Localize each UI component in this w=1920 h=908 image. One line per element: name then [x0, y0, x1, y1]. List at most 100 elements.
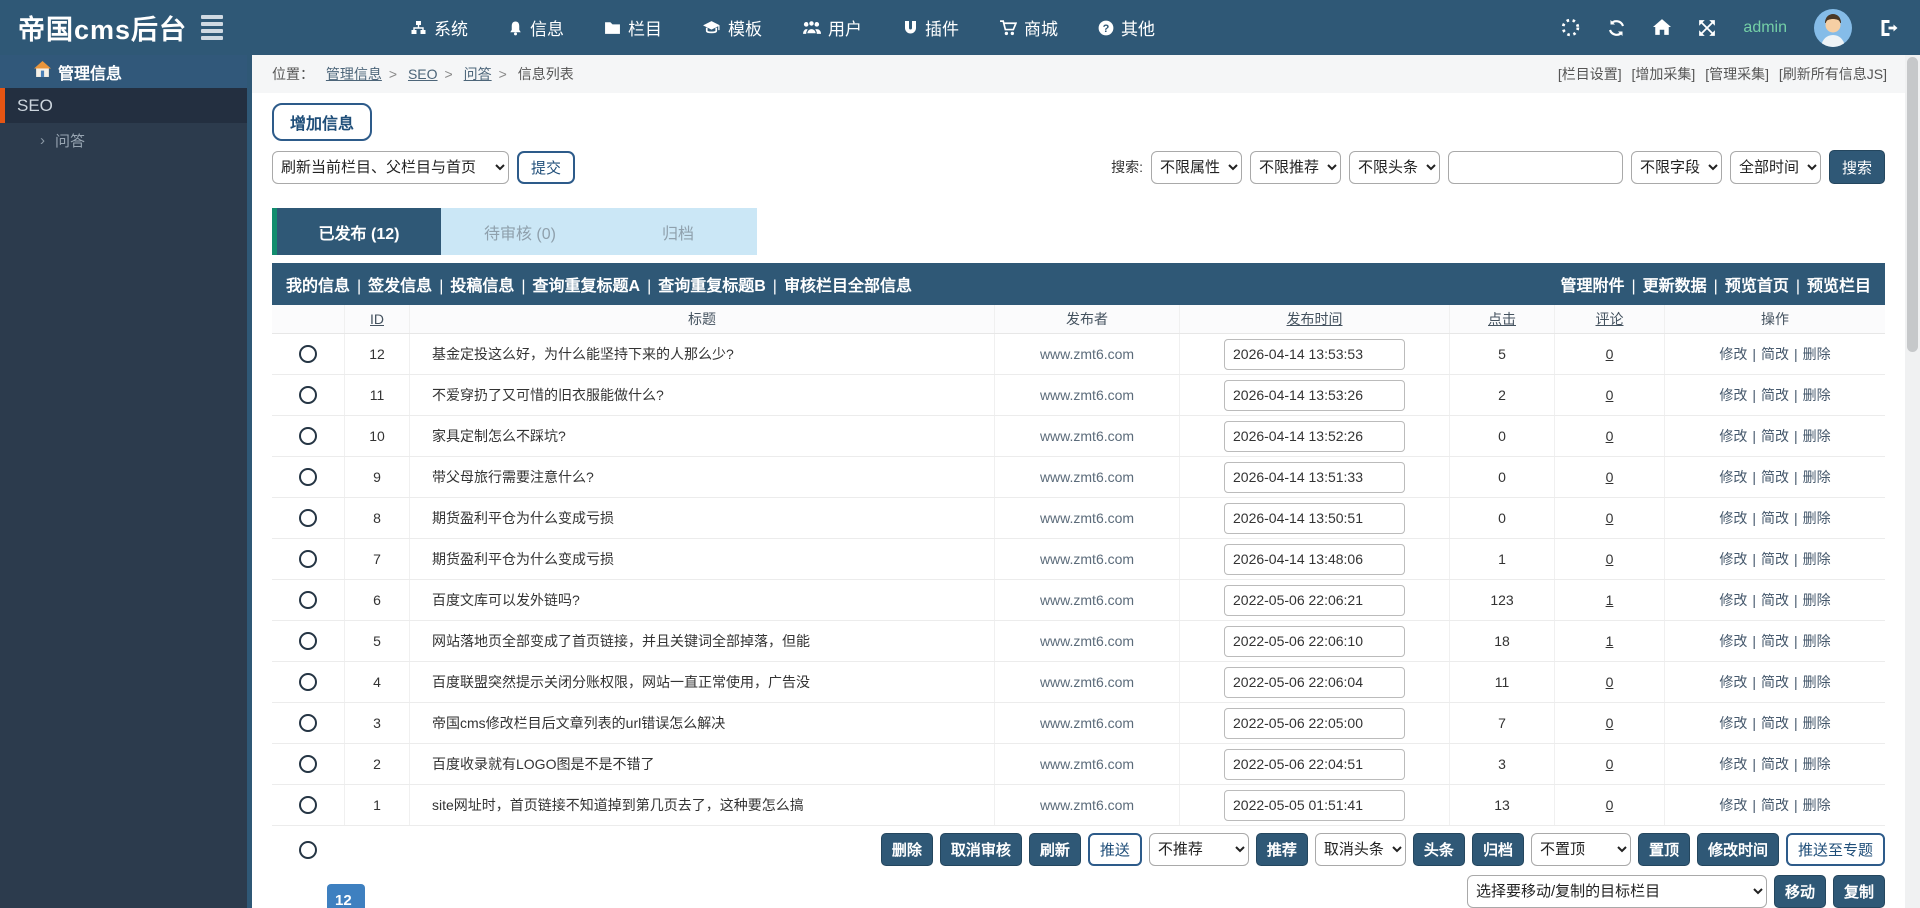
- nav-system[interactable]: 系统: [410, 15, 468, 40]
- manage-collect-link[interactable]: [管理采集]: [1705, 66, 1769, 82]
- row-comments-link[interactable]: 1: [1606, 592, 1614, 608]
- row-time-input[interactable]: [1224, 789, 1405, 821]
- row-quick-edit-link[interactable]: 简改: [1761, 672, 1789, 692]
- row-modify-link[interactable]: 修改: [1719, 344, 1747, 364]
- row-comments-link[interactable]: 0: [1606, 756, 1614, 772]
- row-time-input[interactable]: [1224, 748, 1405, 780]
- headline-filter-select[interactable]: 不限头条: [1348, 150, 1440, 184]
- row-modify-link[interactable]: 修改: [1719, 672, 1747, 692]
- row-comments-link[interactable]: 1: [1606, 633, 1614, 649]
- breadcrumb-link-manage[interactable]: 管理信息: [326, 66, 382, 82]
- row-quick-edit-link[interactable]: 简改: [1761, 426, 1789, 446]
- loading-spinner-icon[interactable]: [1561, 18, 1580, 37]
- row-comments-link[interactable]: 0: [1606, 715, 1614, 731]
- search-input[interactable]: [1447, 150, 1623, 184]
- nav-other[interactable]: ? 其他: [1098, 15, 1155, 40]
- row-select-radio[interactable]: [299, 632, 317, 650]
- row-modify-link[interactable]: 修改: [1719, 467, 1747, 487]
- time-filter-select[interactable]: 全部时间: [1729, 150, 1821, 184]
- tab-archived[interactable]: 归档: [599, 208, 757, 255]
- submit-button[interactable]: 提交: [517, 150, 576, 184]
- row-delete-link[interactable]: 删除: [1803, 754, 1831, 774]
- row-title-link[interactable]: 带父母旅行需要注意什么?: [432, 467, 594, 487]
- row-select-radio[interactable]: [299, 345, 317, 363]
- headline-button[interactable]: 头条: [1412, 833, 1465, 866]
- row-quick-edit-link[interactable]: 简改: [1761, 631, 1789, 651]
- row-title-link[interactable]: 期货盈利平仓为什么变成亏损: [432, 549, 614, 569]
- row-title-link[interactable]: 帝国cms修改栏目后文章列表的url错误怎么解决: [432, 713, 725, 733]
- header-id[interactable]: ID: [345, 305, 410, 333]
- row-title-link[interactable]: 百度收录就有LOGO图是不是不错了: [432, 754, 654, 774]
- logout-icon[interactable]: [1879, 19, 1898, 37]
- row-time-input[interactable]: [1224, 338, 1405, 370]
- menu-toggle-icon[interactable]: [201, 15, 224, 40]
- row-delete-link[interactable]: 删除: [1803, 344, 1831, 364]
- row-quick-edit-link[interactable]: 简改: [1761, 795, 1789, 815]
- scrollbar-thumb[interactable]: [1907, 57, 1918, 352]
- row-title-link[interactable]: 百度联盟突然提示关闭分账权限，网站一直正常使用，广告没: [432, 672, 810, 692]
- row-select-radio[interactable]: [299, 468, 317, 486]
- row-quick-edit-link[interactable]: 简改: [1761, 508, 1789, 528]
- action-link[interactable]: 管理附件: [1560, 278, 1624, 295]
- recommend-filter-select[interactable]: 不限推荐: [1249, 150, 1341, 184]
- row-delete-link[interactable]: 删除: [1803, 467, 1831, 487]
- row-comments-link[interactable]: 0: [1606, 469, 1614, 485]
- row-comments-link[interactable]: 0: [1606, 387, 1614, 403]
- nav-templates[interactable]: 模板: [702, 15, 762, 40]
- attribute-filter-select[interactable]: 不限属性: [1150, 150, 1242, 184]
- row-select-radio[interactable]: [299, 673, 317, 691]
- sidebar-group-seo[interactable]: SEO: [0, 88, 247, 123]
- copy-button[interactable]: 复制: [1832, 875, 1885, 908]
- row-comments-link[interactable]: 0: [1606, 674, 1614, 690]
- tab-pending[interactable]: 待审核 (0): [441, 208, 599, 255]
- action-link[interactable]: 查询重复标题B: [658, 278, 766, 295]
- refresh-scope-select[interactable]: 刷新当前栏目、父栏目与首页: [272, 150, 509, 184]
- row-select-radio[interactable]: [299, 550, 317, 568]
- row-quick-edit-link[interactable]: 简改: [1761, 344, 1789, 364]
- row-modify-link[interactable]: 修改: [1719, 508, 1747, 528]
- row-title-link[interactable]: 期货盈利平仓为什么变成亏损: [432, 508, 614, 528]
- action-link[interactable]: 预览栏目: [1807, 278, 1871, 295]
- archive-button[interactable]: 归档: [1471, 833, 1524, 866]
- move-target-select[interactable]: 选择要移动/复制的目标栏目: [1466, 875, 1767, 908]
- nav-columns[interactable]: 栏目: [604, 15, 662, 40]
- search-button[interactable]: 搜索: [1828, 150, 1885, 184]
- action-link[interactable]: 查询重复标题A: [533, 278, 641, 295]
- delete-button[interactable]: 删除: [880, 833, 933, 866]
- row-delete-link[interactable]: 删除: [1803, 795, 1831, 815]
- row-quick-edit-link[interactable]: 简改: [1761, 713, 1789, 733]
- row-modify-link[interactable]: 修改: [1719, 549, 1747, 569]
- row-modify-link[interactable]: 修改: [1719, 713, 1747, 733]
- row-select-radio[interactable]: [299, 427, 317, 445]
- push-to-topic-button[interactable]: 推送至专题: [1785, 833, 1885, 866]
- row-select-radio[interactable]: [299, 509, 317, 527]
- refresh-all-js-link[interactable]: [刷新所有信息JS]: [1779, 66, 1887, 82]
- row-quick-edit-link[interactable]: 简改: [1761, 549, 1789, 569]
- row-quick-edit-link[interactable]: 简改: [1761, 385, 1789, 405]
- row-delete-link[interactable]: 删除: [1803, 590, 1831, 610]
- header-time[interactable]: 发布时间: [1180, 305, 1450, 333]
- add-info-button[interactable]: 增加信息: [272, 103, 373, 141]
- modify-time-button[interactable]: 修改时间: [1696, 833, 1779, 866]
- select-all-radio[interactable]: [299, 840, 317, 859]
- breadcrumb-link-qa[interactable]: 问答: [464, 66, 492, 82]
- row-time-input[interactable]: [1224, 707, 1405, 739]
- row-select-radio[interactable]: [299, 755, 317, 773]
- row-comments-link[interactable]: 0: [1606, 346, 1614, 362]
- row-delete-link[interactable]: 删除: [1803, 631, 1831, 651]
- row-time-input[interactable]: [1224, 502, 1405, 534]
- row-time-input[interactable]: [1224, 666, 1405, 698]
- row-quick-edit-link[interactable]: 简改: [1761, 754, 1789, 774]
- row-select-radio[interactable]: [299, 796, 317, 814]
- row-title-link[interactable]: 基金定投这么好，为什么能坚持下来的人那么少?: [432, 344, 734, 364]
- row-modify-link[interactable]: 修改: [1719, 385, 1747, 405]
- row-modify-link[interactable]: 修改: [1719, 631, 1747, 651]
- row-delete-link[interactable]: 删除: [1803, 549, 1831, 569]
- row-title-link[interactable]: site网址时，首页链接不知道掉到第几页去了，这种要怎么搞: [432, 795, 804, 815]
- field-filter-select[interactable]: 不限字段: [1630, 150, 1722, 184]
- move-button[interactable]: 移动: [1773, 875, 1826, 908]
- fullscreen-icon[interactable]: [1698, 19, 1716, 37]
- row-title-link[interactable]: 家具定制怎么不踩坑?: [432, 426, 566, 446]
- action-link[interactable]: 我的信息: [286, 278, 350, 295]
- push-button[interactable]: 推送: [1087, 833, 1142, 866]
